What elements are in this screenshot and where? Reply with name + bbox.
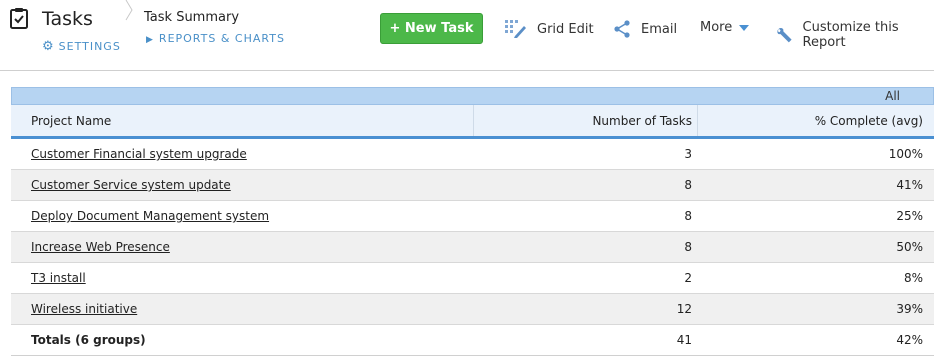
more-dropdown[interactable]: More	[700, 20, 750, 35]
reports-charts-label: REPORTS & CHARTS	[158, 32, 285, 45]
table-row: T3 install 2 8%	[11, 263, 934, 294]
wrench-icon	[777, 27, 792, 43]
tasks-cell: 8	[684, 209, 692, 223]
totals-complete: 42%	[896, 333, 923, 347]
project-name-cell: Customer Financial system upgrade	[11, 139, 473, 169]
project-name-cell: Deploy Document Management system	[11, 201, 473, 231]
project-link[interactable]: Deploy Document Management system	[31, 209, 269, 223]
complete-cell: 8%	[903, 271, 923, 285]
project-link[interactable]: Increase Web Presence	[31, 240, 170, 254]
breadcrumb-separator	[125, 0, 133, 21]
email-button[interactable]: Email	[613, 20, 677, 38]
grid-edit-label: Grid Edit	[537, 21, 594, 37]
complete-cell: 41%	[896, 178, 923, 192]
caret-right-icon: ▶	[146, 35, 154, 45]
email-label: Email	[641, 21, 678, 37]
group-band: All	[11, 87, 934, 105]
top-header: Tasks ⚙ SETTINGS Task Summary ▶ REPORTS & …	[0, 0, 934, 71]
column-header-project[interactable]: Project Name	[11, 105, 473, 136]
gear-icon: ⚙	[42, 39, 55, 54]
complete-cell: 100%	[888, 147, 923, 161]
complete-cell: 25%	[896, 209, 923, 223]
settings-label: SETTINGS	[58, 40, 121, 53]
new-task-button[interactable]: + New Task	[380, 13, 483, 44]
project-name-cell: Customer Service system update	[11, 170, 473, 200]
share-icon	[614, 20, 630, 38]
more-label: More	[700, 20, 733, 35]
totals-row: Totals (6 groups) 41 42%	[11, 325, 934, 356]
project-name-cell: T3 install	[11, 263, 473, 293]
project-link[interactable]: Customer Financial system upgrade	[31, 147, 247, 161]
caret-down-icon	[739, 24, 750, 31]
grid-edit-icon	[505, 20, 526, 38]
grid-edit-button[interactable]: Grid Edit	[505, 20, 594, 38]
totals-label: Totals (6 groups)	[31, 333, 146, 347]
complete-cell: 39%	[896, 302, 923, 316]
column-header-complete[interactable]: % Complete (avg)	[697, 105, 934, 136]
project-name-cell: Increase Web Presence	[11, 232, 473, 262]
totals-tasks: 41	[676, 333, 692, 347]
project-link[interactable]: Customer Service system update	[31, 178, 231, 192]
project-link[interactable]: T3 install	[31, 271, 86, 285]
group-label: All	[885, 89, 900, 103]
reports-charts-link[interactable]: ▶ REPORTS & CHARTS	[146, 32, 285, 45]
settings-link[interactable]: ⚙ SETTINGS	[42, 39, 121, 54]
summary-table: All Project Name Number of Tasks % Compl…	[11, 87, 934, 356]
project-name-cell: Wireless initiative	[11, 294, 473, 324]
app-title: Tasks	[42, 8, 93, 30]
project-link[interactable]: Wireless initiative	[31, 302, 137, 316]
page-title: Task Summary	[144, 10, 240, 25]
clipboard-icon	[10, 8, 28, 29]
customize-report-button[interactable]: Customize this Report	[776, 20, 934, 50]
table-header: Project Name Number of Tasks % Complete …	[11, 105, 934, 139]
table-row: Customer Service system update 8 41%	[11, 170, 934, 201]
table-row: Customer Financial system upgrade 3 100%	[11, 139, 934, 170]
tasks-cell: 8	[684, 178, 692, 192]
tasks-cell: 2	[684, 271, 692, 285]
tasks-cell: 8	[684, 240, 692, 254]
customize-label: Customize this Report	[802, 20, 899, 50]
table-row: Increase Web Presence 8 50%	[11, 232, 934, 263]
column-header-tasks[interactable]: Number of Tasks	[473, 105, 697, 136]
tasks-cell: 12	[676, 302, 692, 316]
table-row: Wireless initiative 12 39%	[11, 294, 934, 325]
table-row: Deploy Document Management system 8 25%	[11, 201, 934, 232]
complete-cell: 50%	[896, 240, 923, 254]
tasks-cell: 3	[684, 147, 692, 161]
